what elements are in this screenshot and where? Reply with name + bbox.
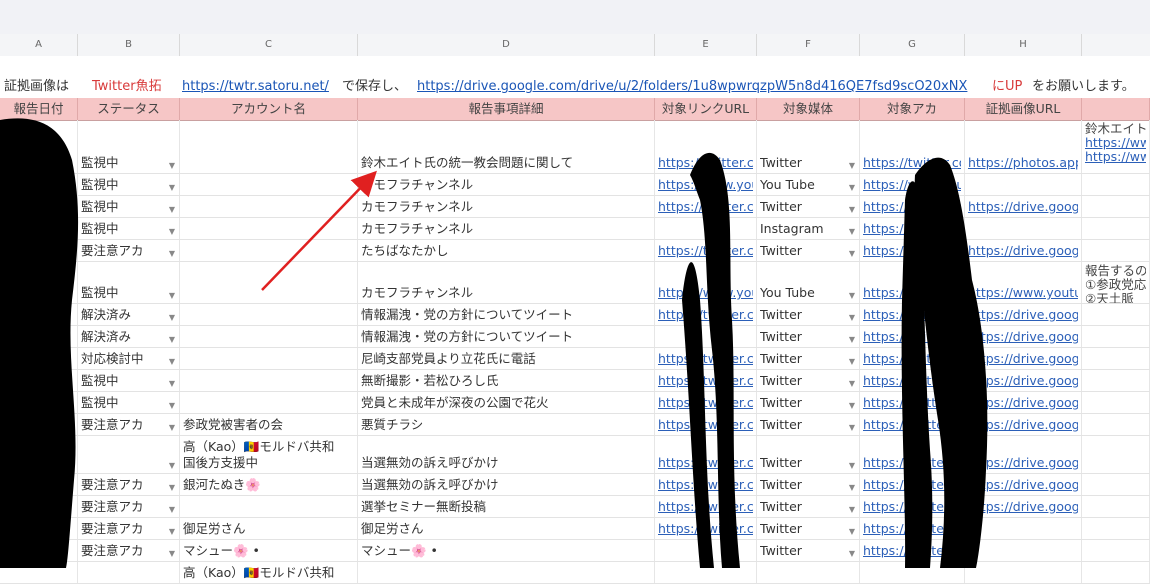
redaction-left — [0, 118, 79, 568]
redaction-overlay — [0, 118, 988, 568]
pointer-arrow — [261, 170, 377, 291]
